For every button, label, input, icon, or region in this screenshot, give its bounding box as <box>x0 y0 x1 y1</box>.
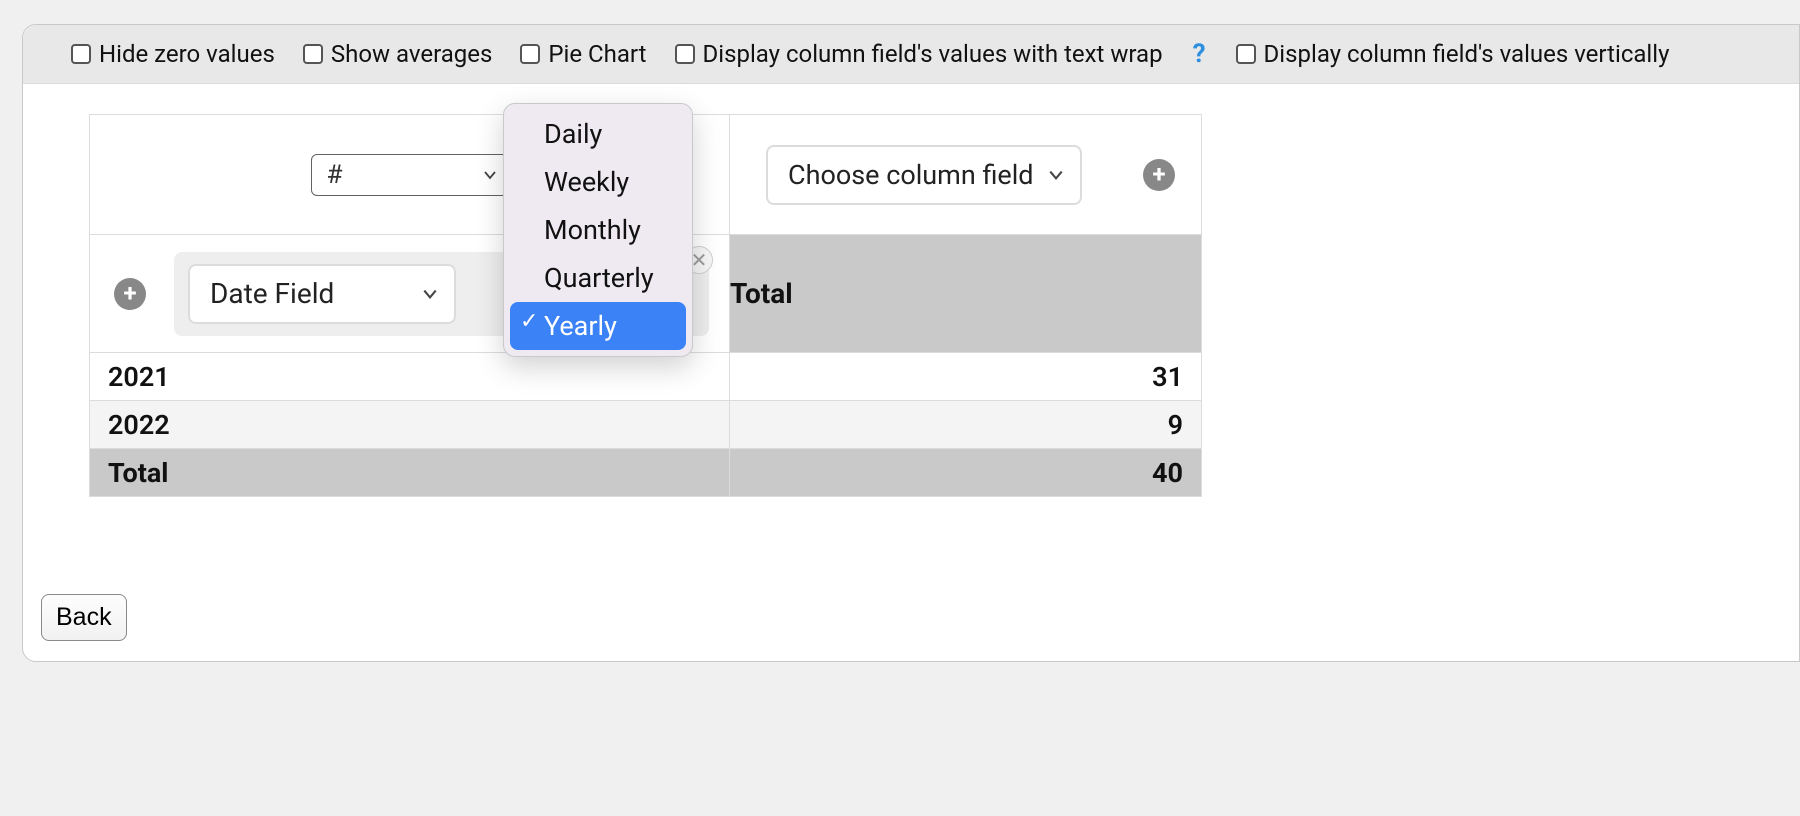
close-icon: ✕ <box>691 248 708 272</box>
checkbox-icon <box>71 44 91 64</box>
period-option-weekly[interactable]: Weekly <box>510 158 686 206</box>
row-field-select[interactable]: Date Field <box>188 264 456 324</box>
show-averages-label: Show averages <box>331 40 493 68</box>
column-field-select[interactable]: Choose column field <box>766 145 1082 205</box>
column-field-label: Choose column field <box>788 159 1034 191</box>
report-panel: Hide zero values Show averages Pie Chart… <box>22 24 1800 662</box>
text-wrap-checkbox[interactable]: Display column field's values with text … <box>675 40 1163 68</box>
text-wrap-label: Display column field's values with text … <box>703 40 1163 68</box>
row-field-label: Date Field <box>210 277 334 310</box>
column-field-cell: Choose column field + <box>730 115 1202 235</box>
options-toolbar: Hide zero values Show averages Pie Chart… <box>23 25 1799 84</box>
chevron-down-icon <box>483 168 497 182</box>
grand-total-value: 40 <box>730 449 1202 497</box>
show-averages-checkbox[interactable]: Show averages <box>303 40 493 68</box>
hide-zero-label: Hide zero values <box>99 40 275 68</box>
vertical-checkbox[interactable]: Display column field's values vertically <box>1236 40 1670 68</box>
period-option-daily[interactable]: Daily <box>510 110 686 158</box>
total-column-label: Total <box>730 277 793 310</box>
row-label: 2022 <box>90 401 730 449</box>
pivot-area: # Choose column field <box>23 84 1799 497</box>
checkbox-icon <box>675 44 695 64</box>
period-option-monthly[interactable]: Monthly <box>510 206 686 254</box>
hide-zero-checkbox[interactable]: Hide zero values <box>71 40 275 68</box>
checkbox-icon <box>520 44 540 64</box>
hash-prefix: # <box>326 160 342 190</box>
period-dropdown: Daily Weekly Monthly Quarterly Yearly <box>503 103 693 357</box>
row-value: 9 <box>730 401 1202 449</box>
grand-total-row: Total 40 <box>90 449 1202 497</box>
pie-chart-checkbox[interactable]: Pie Chart <box>520 40 646 68</box>
add-column-button[interactable]: + <box>1143 159 1175 191</box>
data-row: 2022 9 <box>90 401 1202 449</box>
period-option-quarterly[interactable]: Quarterly <box>510 254 686 302</box>
checkbox-icon <box>303 44 323 64</box>
chevron-down-icon <box>1048 167 1064 183</box>
value-field-select[interactable]: # <box>311 154 507 196</box>
add-row-button[interactable]: + <box>114 278 146 310</box>
period-option-yearly[interactable]: Yearly <box>510 302 686 350</box>
vertical-label: Display column field's values vertically <box>1264 40 1670 68</box>
help-icon[interactable]: ? <box>1191 39 1208 69</box>
checkbox-icon <box>1236 44 1256 64</box>
chevron-down-icon <box>422 286 438 302</box>
total-column-header: Total <box>730 235 1202 353</box>
back-button[interactable]: Back <box>41 594 127 641</box>
pie-chart-label: Pie Chart <box>548 40 646 68</box>
plus-icon: + <box>123 281 136 305</box>
grand-total-label: Total <box>90 449 730 497</box>
data-row: 2021 31 <box>90 353 1202 401</box>
row-value: 31 <box>730 353 1202 401</box>
row-label: 2021 <box>90 353 730 401</box>
back-label: Back <box>56 603 112 631</box>
plus-icon: + <box>1152 162 1165 186</box>
